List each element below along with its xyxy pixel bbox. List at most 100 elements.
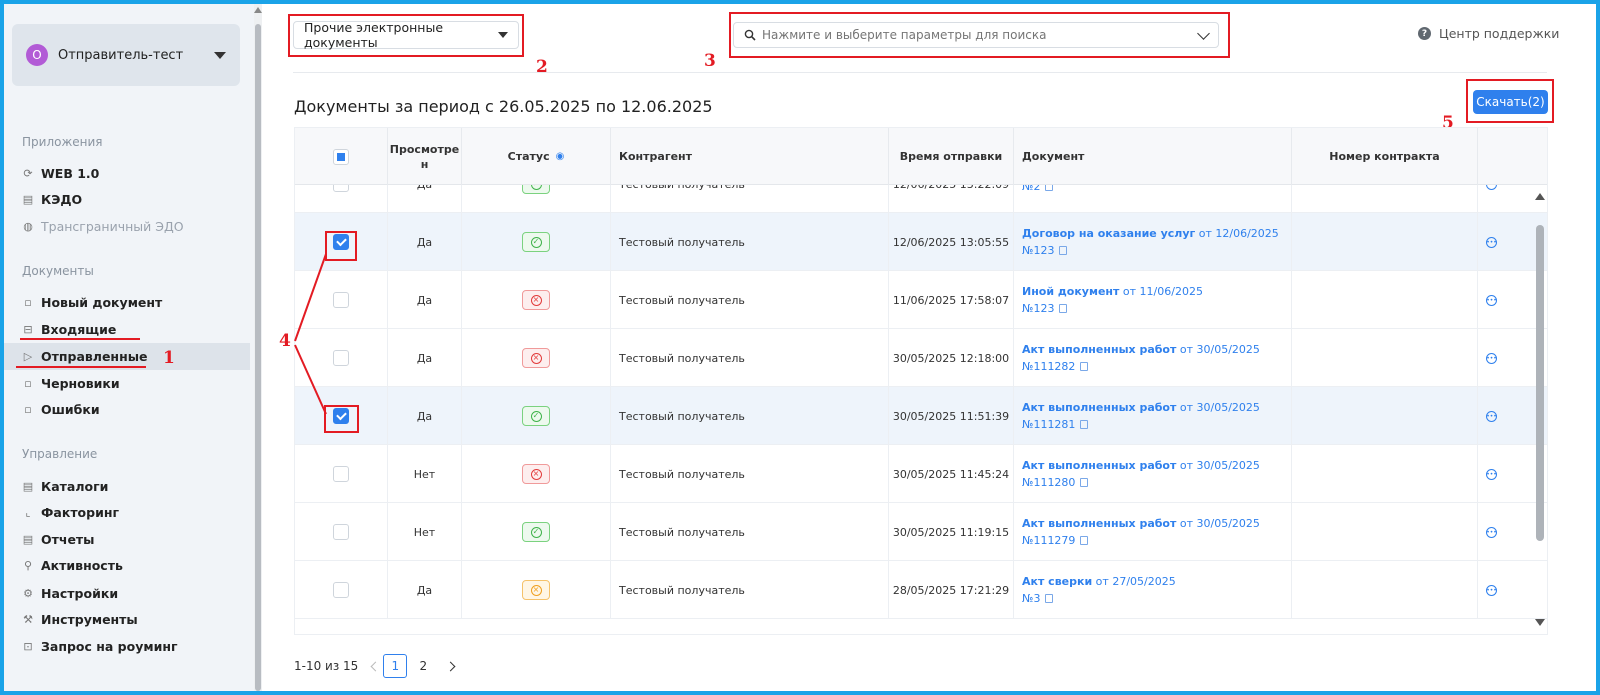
document-link[interactable]: Акт выполненных работ от 30/05/2025 (1022, 343, 1260, 356)
sidebar-item-cross-border[interactable]: ◍ Трансграничный ЭДО (22, 215, 183, 237)
row-select-cell[interactable] (295, 445, 388, 503)
viewed-cell: Да (388, 271, 462, 329)
comment-icon[interactable]: ••• (1486, 352, 1497, 364)
row-checkbox[interactable] (333, 524, 349, 540)
row-select-cell[interactable] (295, 561, 388, 619)
copy-icon[interactable] (1045, 594, 1054, 603)
document-link[interactable]: Иной документ от 11/06/2025 (1022, 285, 1203, 298)
annotation-box-checkbox-2 (324, 405, 359, 433)
row-select-cell[interactable] (295, 329, 388, 387)
copy-icon[interactable] (1080, 536, 1089, 545)
annotation-number-4: 4 (279, 331, 291, 351)
select-all-checkbox[interactable] (333, 148, 349, 165)
sidebar-item-factoring[interactable]: ⌞ Факторинг (22, 501, 119, 523)
sidebar-item-drafts[interactable]: ▫ Черновики (22, 372, 119, 394)
comment-icon[interactable]: ••• (1486, 410, 1497, 422)
header-status[interactable]: Статус ◉ (462, 128, 611, 185)
header-viewed[interactable]: Просмотре н (388, 128, 462, 185)
annotation-box-checkbox-1 (325, 231, 357, 261)
row-checkbox[interactable] (333, 292, 349, 308)
scrollbar-thumb[interactable] (255, 24, 261, 691)
document-link[interactable]: Акт выполненных работ от 30/05/2025 (1022, 517, 1260, 530)
row-select-cell[interactable] (295, 185, 388, 213)
row-checkbox[interactable] (333, 185, 349, 192)
account-switcher[interactable]: О Отправитель-тест (12, 24, 240, 86)
status-badge[interactable]: × (522, 348, 550, 368)
copy-icon[interactable] (1045, 185, 1054, 191)
prev-page-icon[interactable] (370, 661, 381, 671)
copy-icon[interactable] (1080, 420, 1089, 429)
section-title-apps: Приложения (22, 135, 103, 149)
header-contract-number[interactable]: Номер контракта (1292, 128, 1478, 185)
sidebar-item-sent[interactable]: ▷ Отправленные (22, 345, 148, 367)
sidebar-item-kedo[interactable]: ▤ КЭДО (22, 188, 82, 210)
status-badge[interactable]: × (522, 464, 550, 484)
contract-number-cell (1292, 445, 1478, 503)
table-row[interactable]: Нет ✓ Тестовый получатель 30/05/2025 11:19:… (295, 503, 1547, 561)
status-badge[interactable]: × (522, 290, 550, 310)
document-link[interactable]: Акт выполненных работ от 30/05/2025 (1022, 401, 1260, 414)
sidebar-item-errors[interactable]: ▫ Ошибки (22, 398, 99, 420)
sidebar-item-reports[interactable]: ▤ Отчеты (22, 528, 95, 550)
header-counterparty[interactable]: Контрагент (611, 128, 889, 185)
copy-icon[interactable] (1080, 362, 1089, 371)
copy-icon[interactable] (1059, 246, 1068, 255)
status-badge[interactable]: × (522, 580, 550, 600)
table-row[interactable]: Да ✓ Тестовый получатель 30/05/2025 11:51:3… (295, 387, 1547, 445)
status-badge[interactable]: ✓ (522, 406, 550, 426)
comment-icon[interactable]: ••• (1486, 236, 1497, 248)
sidebar-item-activity[interactable]: ⚲ Активность (22, 554, 123, 576)
sidebar-item-catalogs[interactable]: ▤ Каталоги (22, 475, 109, 497)
sidebar-item-settings[interactable]: ⚙ Настройки (22, 582, 118, 604)
copy-icon[interactable] (1059, 304, 1068, 313)
row-checkbox[interactable] (333, 582, 349, 598)
header-sent-time[interactable]: Время отправки (889, 128, 1014, 185)
document-link[interactable]: Акт сверки от 27/05/2025 (1022, 575, 1176, 588)
eye-icon[interactable]: ◉ (556, 151, 565, 162)
comment-icon[interactable]: ••• (1486, 294, 1497, 306)
copy-icon[interactable] (1080, 478, 1089, 487)
scroll-up-icon[interactable] (1535, 193, 1545, 200)
row-checkbox[interactable] (333, 350, 349, 366)
page-2-button[interactable]: 2 (411, 654, 435, 678)
toolbar-divider (293, 72, 1547, 73)
header-select-all[interactable] (295, 128, 388, 185)
sidebar-scrollbar[interactable] (254, 4, 262, 691)
document-link[interactable]: Акт выполненных работ от 30/05/2025 (1022, 459, 1260, 472)
row-select-cell[interactable] (295, 271, 388, 329)
scrollbar-thumb[interactable] (1536, 225, 1544, 541)
status-badge[interactable]: ✓ (522, 522, 550, 542)
sidebar-item-web[interactable]: ⟳ WEB 1.0 (22, 162, 99, 184)
status-badge[interactable]: ✓ (522, 232, 550, 252)
annotation-box-search (729, 12, 1230, 58)
table-row[interactable]: Да × Тестовый получатель 28/05/2025 17:21:2… (295, 561, 1547, 619)
document-number: №111280 (1022, 476, 1089, 489)
sidebar-item-tools[interactable]: ⚒ Инструменты (22, 608, 138, 630)
document-link[interactable]: Договор на оказание услуг от 12/06/2025 (1022, 227, 1279, 240)
table-row[interactable]: Да × Тестовый получатель 11/06/2025 17:58:0… (295, 271, 1547, 329)
document-number: №123 (1022, 302, 1068, 315)
page-1-button[interactable]: 1 (383, 654, 408, 678)
scroll-up-icon[interactable] (254, 7, 262, 13)
status-badge[interactable]: ✓ (522, 185, 550, 194)
header-document[interactable]: Документ (1014, 128, 1292, 185)
sidebar-item-roaming[interactable]: ⊡ Запрос на роуминг (22, 635, 177, 657)
comment-icon[interactable]: ••• (1486, 526, 1497, 538)
sidebar-item-new-document[interactable]: ▫ Новый документ (22, 291, 162, 313)
row-select-cell[interactable] (295, 503, 388, 561)
table-scrollbar[interactable] (1533, 185, 1547, 635)
document-number: №3 (1022, 592, 1054, 605)
scroll-down-icon[interactable] (1535, 619, 1545, 626)
sidebar-item-inbox[interactable]: ⊟ Входящие (22, 318, 116, 340)
chart-icon: ⌞ (25, 505, 31, 519)
next-page-icon[interactable] (445, 661, 456, 671)
comment-icon[interactable]: ••• (1486, 584, 1497, 596)
comment-icon[interactable]: ••• (1486, 468, 1497, 480)
support-center-link[interactable]: ? Центр поддержки (1418, 26, 1559, 41)
table-row[interactable]: Да ✓ Тестовый получатель 12/06/2025 13:05:5… (295, 213, 1547, 271)
table-row[interactable]: Нет × Тестовый получатель 30/05/2025 11:45:… (295, 445, 1547, 503)
table-row[interactable]: Да ✓ Тестовый получатель12/06/2025 13:22:0… (295, 185, 1547, 213)
table-row[interactable]: Да × Тестовый получатель 30/05/2025 12:18:0… (295, 329, 1547, 387)
comment-icon[interactable]: ••• (1486, 185, 1497, 190)
row-checkbox[interactable] (333, 466, 349, 482)
